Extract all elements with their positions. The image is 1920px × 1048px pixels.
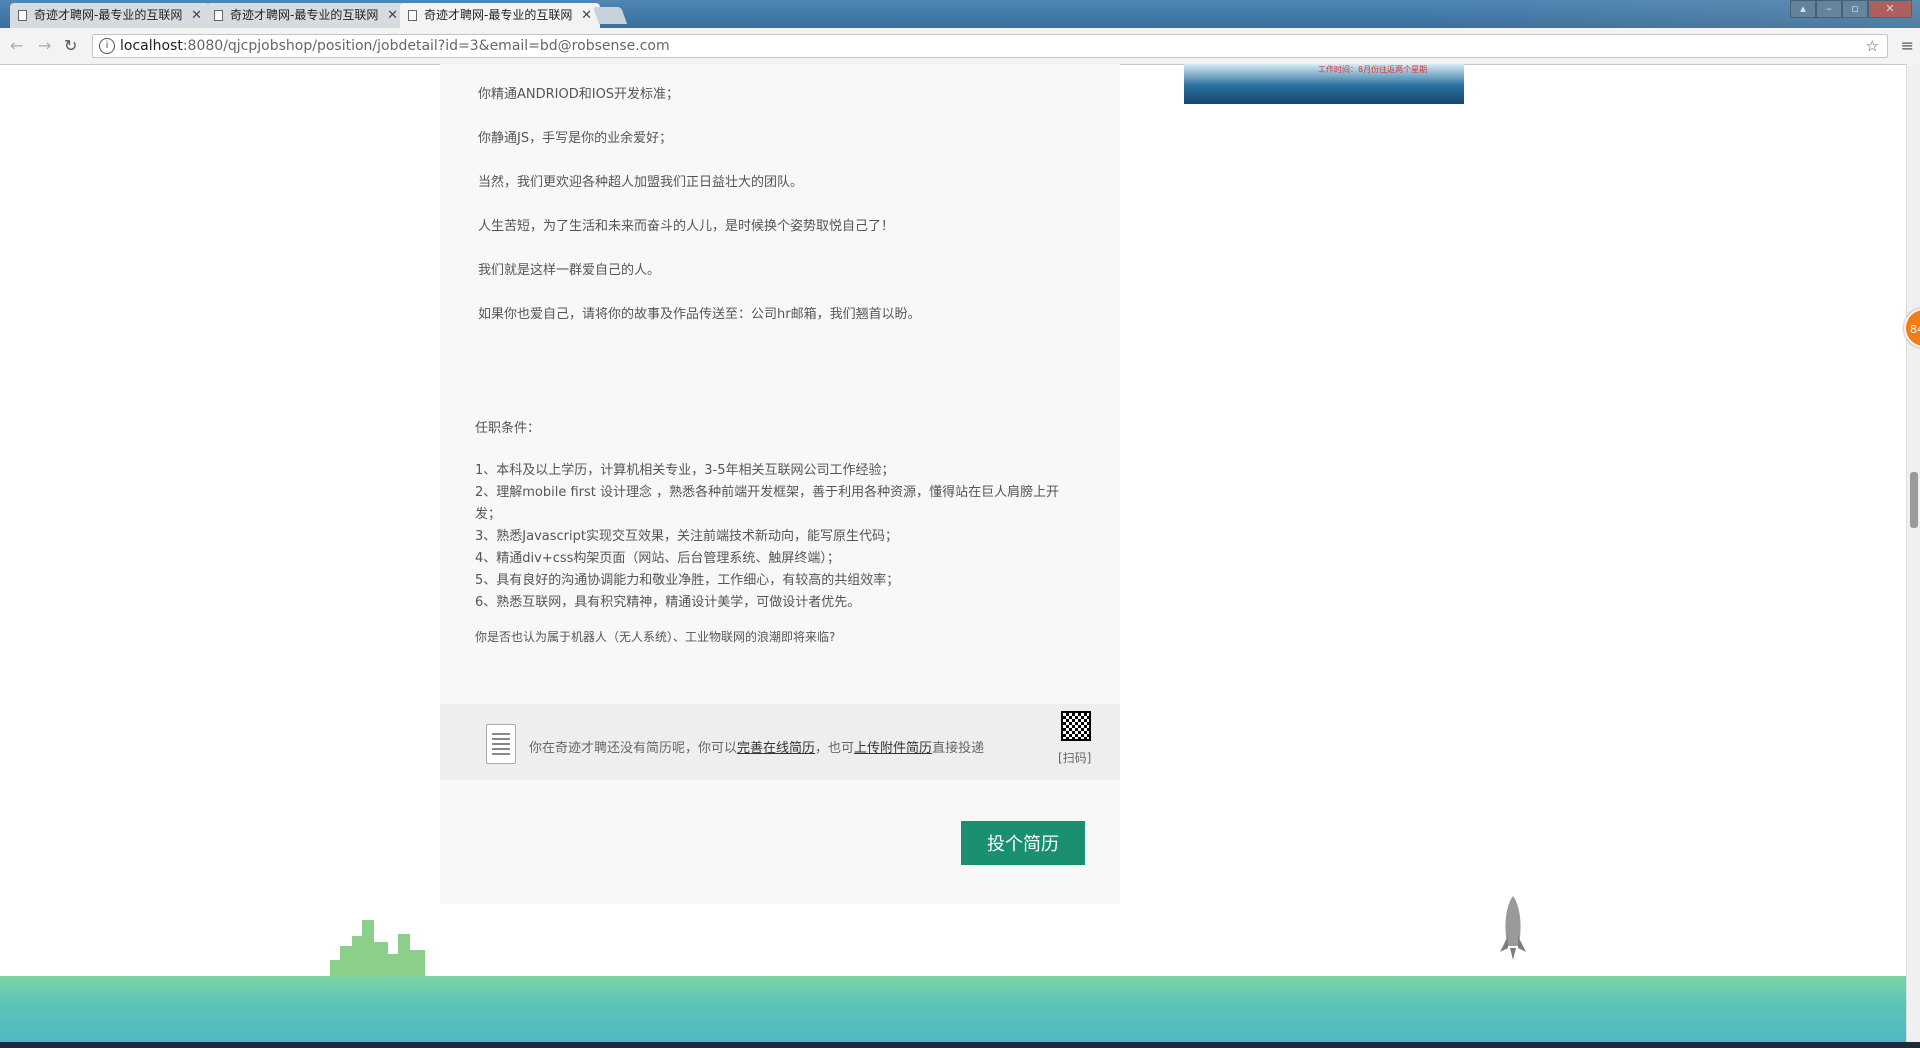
apply-resume-button[interactable]: 投个简历 — [961, 821, 1085, 865]
address-bar: ← → ↻ i localhost:8080/qjcpjobshop/posit… — [0, 28, 1920, 65]
upload-attachment-resume-link[interactable]: 上传附件简历 — [854, 741, 932, 756]
tab-2[interactable]: 奇迹才聘网-最专业的互联网 ✕ — [206, 3, 406, 28]
requirement-item: 2、理解mobile first 设计理念 ，熟悉各种前端开发框架，善于利用各种… — [475, 485, 1060, 522]
requirements-list: 1、本科及以上学历，计算机相关专业，3-5年相关互联网公司工作经验； 2、理解m… — [475, 460, 1075, 614]
bookmark-star-icon[interactable]: ☆ — [1866, 35, 1879, 57]
close-icon[interactable]: ✕ — [581, 3, 592, 28]
url-host: localhost — [120, 38, 183, 54]
description-line: 你精通ANDRIOD和IOS开发标准； — [478, 87, 680, 102]
tab-strip: 奇迹才聘网-最专业的互联网 ✕ 奇迹才聘网-最专业的互联网 ✕ 奇迹才聘网-最专… — [0, 0, 1920, 28]
user-icon[interactable]: ▴ — [1790, 0, 1816, 18]
new-tab-button[interactable] — [592, 7, 628, 24]
tab-title: 奇迹才聘网-最专业的互联网 — [424, 8, 573, 22]
requirement-item: 3、熟悉Javascript实现交互效果，关注前端技术新动向，能写原生代码； — [475, 529, 898, 544]
page-icon — [214, 10, 223, 21]
scan-label[interactable]: [扫码] — [1058, 749, 1091, 766]
tab-3-active[interactable]: 奇迹才聘网-最专业的互联网 ✕ — [400, 3, 600, 28]
url-text: localhost:8080/qjcpjobshop/position/jobd… — [120, 35, 670, 57]
requirement-item: 4、精通div+css构架页面（网站、后台管理系统、触屏终端）； — [475, 551, 840, 566]
reload-icon[interactable]: ↻ — [64, 36, 77, 55]
maximize-button[interactable]: ▫ — [1842, 0, 1868, 18]
url-field[interactable]: i localhost:8080/qjcpjobshop/position/jo… — [92, 34, 1888, 58]
closing-question: 你是否也认为属于机器人（无人系统）、工业物联网的浪潮即将来临? — [475, 630, 836, 644]
resume-notice-text: 你在奇迹才聘还没有简历呢，你可以完善在线简历，也可上传附件简历直接投递 — [529, 737, 984, 756]
page-icon — [408, 10, 417, 21]
ad-banner[interactable]: 工作时间：8月份往返两个星期 — [1184, 64, 1464, 104]
back-to-top-rocket-icon[interactable] — [1498, 896, 1528, 960]
tab-1[interactable]: 奇迹才聘网-最专业的互联网 ✕ — [10, 3, 210, 28]
scrollbar[interactable] — [1906, 64, 1920, 1048]
description-line: 人生苦短，为了生活和未来而奋斗的人儿，是时候换个姿势取悦自己了！ — [478, 219, 895, 234]
window-close-button[interactable]: ✕ — [1868, 0, 1912, 18]
page-icon — [18, 10, 27, 21]
resume-middle: ，也可 — [815, 741, 855, 756]
description-line: 你静通JS，手写是你的业余爱好； — [478, 131, 673, 146]
city-skyline-icon — [330, 920, 425, 976]
requirement-item: 6、熟悉互联网，具有积究精神，精通设计美学，可做设计者优先。 — [475, 595, 861, 610]
menu-icon[interactable]: ≡ — [1901, 36, 1914, 55]
complete-online-resume-link[interactable]: 完善在线简历 — [737, 741, 815, 756]
description-line: 当然，我们更欢迎各种超人加盟我们正日益壮大的团队。 — [478, 175, 804, 190]
description-line: 我们就是这样一群爱自己的人。 — [478, 263, 661, 278]
close-icon[interactable]: ✕ — [387, 3, 398, 28]
requirement-item: 1、本科及以上学历，计算机相关专业，3-5年相关互联网公司工作经验； — [475, 463, 895, 478]
resume-suffix: 直接投递 — [932, 741, 985, 756]
forward-arrow-icon[interactable]: → — [38, 36, 51, 55]
back-arrow-icon[interactable]: ← — [10, 36, 23, 55]
footer-band — [0, 976, 1906, 1042]
tab-title: 奇迹才聘网-最专业的互联网 — [34, 8, 183, 22]
resume-document-icon — [486, 724, 516, 764]
close-icon[interactable]: ✕ — [191, 3, 202, 28]
requirements-title: 任职条件： — [475, 421, 541, 436]
ad-text: 工作时间：8月份往返两个星期 — [1318, 65, 1428, 74]
job-description: 你精通ANDRIOD和IOS开发标准； 你静通JS，手写是你的业余爱好； 当然，… — [478, 86, 921, 350]
description-line: 如果你也爱自己，请将你的故事及作品传送至：公司hr邮箱，我们翘首以盼。 — [478, 307, 921, 322]
requirement-item: 5、具有良好的沟通协调能力和敬业净胜，工作细心，有较高的共组效率； — [475, 573, 900, 588]
os-taskbar — [0, 1042, 1920, 1048]
url-path: :8080/qjcpjobshop/position/jobdetail?id=… — [182, 38, 670, 54]
tab-title: 奇迹才聘网-最专业的互联网 — [230, 8, 379, 22]
scrollbar-thumb[interactable] — [1910, 472, 1918, 528]
info-icon[interactable]: i — [99, 38, 115, 54]
resume-prefix: 你在奇迹才聘还没有简历呢，你可以 — [529, 741, 738, 756]
qr-code-icon[interactable] — [1061, 711, 1091, 741]
minimize-button[interactable]: – — [1816, 0, 1842, 18]
